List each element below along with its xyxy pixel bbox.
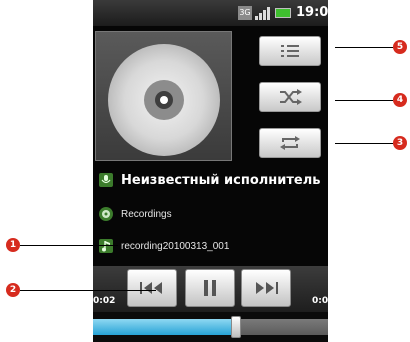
- album-art: [95, 31, 232, 161]
- playlist-button[interactable]: [259, 36, 321, 66]
- next-button[interactable]: [241, 269, 291, 307]
- album-name: Recordings: [121, 208, 172, 220]
- music-note-icon: [99, 239, 113, 253]
- artist-row: Неизвестный исполнитель: [99, 170, 320, 190]
- callout-badge: 5: [393, 40, 407, 54]
- callout-line-3: [335, 143, 393, 144]
- callout-badge: 2: [6, 283, 20, 297]
- playback-controls: 0:02 0:03: [93, 266, 328, 312]
- status-bar: 3G 19:06: [93, 0, 328, 26]
- album-row: Recordings: [99, 204, 172, 224]
- pause-button[interactable]: [185, 269, 235, 307]
- artist-name: Неизвестный исполнитель: [121, 172, 321, 188]
- progress-fill: [93, 319, 236, 335]
- microphone-icon: [99, 173, 113, 187]
- network-3g-icon: 3G: [238, 6, 252, 20]
- track-row: recording20100313_001: [99, 236, 229, 256]
- shuffle-icon: [280, 89, 302, 105]
- pause-icon: [204, 280, 216, 296]
- repeat-icon: [280, 136, 300, 150]
- callout-line-1: [20, 245, 118, 246]
- total-time: 0:03: [312, 296, 328, 306]
- previous-icon: [140, 282, 162, 294]
- callout-line-2: [20, 290, 156, 291]
- callout-line-4: [335, 100, 393, 101]
- progress-area: [93, 312, 328, 342]
- progress-thumb[interactable]: [231, 316, 241, 338]
- repeat-button[interactable]: [259, 128, 321, 158]
- battery-icon: [275, 8, 291, 18]
- next-icon: [256, 282, 278, 294]
- callout-badge: 4: [393, 93, 407, 107]
- status-clock: 19:06: [296, 5, 328, 20]
- progress-track[interactable]: [93, 316, 328, 338]
- player-content: Неизвестный исполнитель Recordings recor…: [93, 26, 328, 266]
- callout-line-5: [335, 47, 393, 48]
- elapsed-time: 0:02: [93, 296, 116, 306]
- track-title: recording20100313_001: [121, 240, 230, 252]
- shuffle-button[interactable]: [259, 82, 321, 112]
- previous-button[interactable]: [127, 269, 177, 307]
- signal-strength-icon: [255, 6, 271, 20]
- album-disc-icon: [99, 207, 113, 221]
- cd-disc-icon: [108, 44, 220, 156]
- callout-badge: 1: [6, 238, 20, 252]
- callout-badge: 3: [393, 136, 407, 150]
- playlist-icon: [281, 45, 299, 57]
